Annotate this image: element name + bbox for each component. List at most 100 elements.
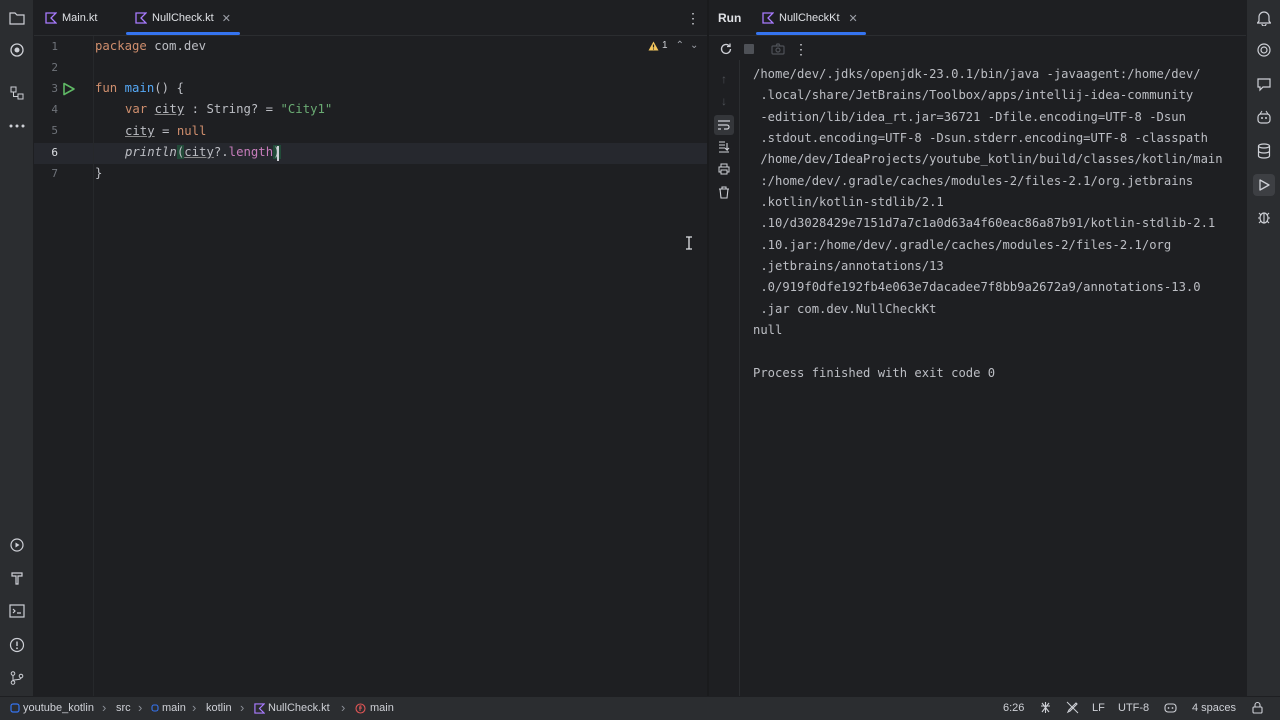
run-config-tab[interactable]: NullCheckKt ✕ <box>762 0 858 36</box>
vcs-status-icon[interactable] <box>1040 701 1051 717</box>
code-line-6: println(city?.length) <box>125 142 281 163</box>
code-line-5: city = null <box>125 121 206 142</box>
soft-wrap-icon[interactable] <box>714 115 734 135</box>
console-line: .jetbrains/annotations/13 <box>753 259 944 273</box>
arrow-down-icon: ↓ <box>721 94 727 108</box>
folder-icon[interactable] <box>7 8 27 28</box>
mouse-ibeam-icon <box>686 236 692 250</box>
code-line-3: fun main() { <box>95 78 184 99</box>
navigate-arrows-icon[interactable]: ⌃⌄ <box>676 40 705 51</box>
lock-icon[interactable] <box>1252 701 1263 717</box>
problems-icon[interactable] <box>7 635 27 655</box>
close-icon[interactable]: ✕ <box>849 12 858 25</box>
breadcrumb-label: NullCheck.kt <box>268 702 330 714</box>
breadcrumb-file[interactable]: NullCheck.kt <box>254 702 330 714</box>
breadcrumb-main[interactable]: main <box>151 702 186 714</box>
chevron-right-icon: › <box>341 700 346 715</box>
console-line: .0/919f0dfe192fb4e063e7dacadee7f8bb9a267… <box>753 280 1201 294</box>
indent-setting[interactable]: 4 spaces <box>1192 702 1236 714</box>
breadcrumb-label: youtube_kotlin <box>23 702 94 714</box>
more-icon[interactable] <box>7 116 27 136</box>
run-gutter-icon[interactable] <box>62 82 76 96</box>
code-text: = <box>154 124 177 138</box>
console-line: .10.jar:/home/dev/.gradle/caches/modules… <box>753 238 1172 252</box>
left-tool-strip <box>0 0 34 696</box>
line-number: 4 <box>51 103 58 116</box>
line-number: 1 <box>51 40 58 53</box>
keyword: var <box>125 102 148 116</box>
line-number: 3 <box>51 82 58 95</box>
ai-assistant-icon[interactable] <box>1254 40 1274 60</box>
warning-icon <box>648 41 659 50</box>
breadcrumb-project[interactable]: youtube_kotlin <box>10 702 94 714</box>
inspection-widget[interactable]: 1 ⌃⌄ <box>648 40 704 51</box>
keyword: package <box>95 39 147 53</box>
console-line: /home/dev/.jdks/openjdk-23.0.1/bin/java … <box>753 67 1201 81</box>
warning-count: 1 <box>662 40 668 51</box>
terminal-icon[interactable] <box>7 601 27 621</box>
line-ending[interactable]: LF <box>1092 702 1105 714</box>
tab-main-kt[interactable]: Main.kt <box>45 0 97 36</box>
run-window-icon[interactable] <box>1253 174 1275 196</box>
chevron-right-icon: › <box>240 700 245 715</box>
run-tab-label: NullCheckKt <box>779 12 840 24</box>
chevron-right-icon: › <box>192 700 197 715</box>
safe-call-operator: ?. <box>213 145 229 159</box>
run-title: Run <box>718 11 742 25</box>
code-text: : String? = <box>184 102 281 116</box>
kotlin-file-icon <box>762 12 774 24</box>
function-icon <box>355 702 366 714</box>
kotlin-file-icon <box>45 12 57 24</box>
close-icon[interactable]: ✕ <box>222 12 231 25</box>
tab-label: NullCheck.kt <box>152 12 214 24</box>
breadcrumb-label: kotlin <box>206 702 232 714</box>
line-number: 2 <box>51 61 58 74</box>
console-line: null <box>753 323 783 337</box>
chat-icon[interactable] <box>1254 74 1274 94</box>
module-icon <box>10 703 20 713</box>
build-icon[interactable] <box>7 568 27 588</box>
plugin-logo-icon[interactable] <box>7 40 27 60</box>
property-name: length <box>228 145 274 159</box>
code-line-7: } <box>95 163 102 184</box>
function-name: main <box>124 81 155 95</box>
structure-icon[interactable] <box>7 83 27 103</box>
breadcrumb-src[interactable]: src <box>116 702 131 714</box>
keyword: null <box>176 124 207 138</box>
chevron-right-icon: › <box>138 700 143 715</box>
kotlin-file-icon <box>135 12 147 24</box>
tabs-more-icon[interactable]: ⋮ <box>686 10 700 26</box>
trash-icon[interactable] <box>716 184 732 200</box>
file-encoding[interactable]: UTF-8 <box>1118 702 1149 714</box>
console-line: Process finished with exit code 0 <box>753 366 996 380</box>
copilot-icon[interactable] <box>1254 107 1274 127</box>
more-icon[interactable]: ⋮ <box>793 41 809 57</box>
caret-position[interactable]: 6:26 <box>1003 702 1024 714</box>
breadcrumb-label: src <box>116 702 131 714</box>
copilot-status-icon[interactable] <box>1164 701 1177 716</box>
breadcrumb-kotlin[interactable]: kotlin <box>206 702 232 714</box>
line-number: 5 <box>51 124 58 137</box>
screenshot-icon <box>770 41 786 57</box>
readonly-toggle-icon[interactable] <box>1066 701 1079 717</box>
console-line: :/home/dev/.gradle/caches/modules-2/file… <box>753 174 1194 188</box>
code-text: } <box>95 166 103 180</box>
print-icon[interactable] <box>716 161 732 177</box>
notifications-icon[interactable] <box>1254 8 1274 28</box>
scroll-to-end-icon[interactable] <box>716 139 732 155</box>
tab-label: Main.kt <box>62 12 98 24</box>
gutter-separator <box>93 36 94 696</box>
debug-icon[interactable] <box>1254 207 1274 227</box>
database-icon[interactable] <box>1254 141 1274 161</box>
breadcrumb-function[interactable]: main <box>355 702 394 714</box>
status-bar: youtube_kotlin › src › main › kotlin › N… <box>0 696 1280 720</box>
keyword: fun <box>95 81 118 95</box>
git-icon[interactable] <box>7 668 27 688</box>
console-line: .kotlin/kotlin-stdlib/2.1 <box>753 195 944 209</box>
run-side-toolbar <box>710 60 740 696</box>
tab-nullcheck-kt[interactable]: NullCheck.kt ✕ <box>135 0 231 36</box>
kotlin-file-icon <box>254 702 265 714</box>
console-line: .jar com.dev.NullCheckKt <box>753 302 937 316</box>
rerun-icon[interactable] <box>718 41 734 57</box>
services-icon[interactable] <box>7 535 27 555</box>
